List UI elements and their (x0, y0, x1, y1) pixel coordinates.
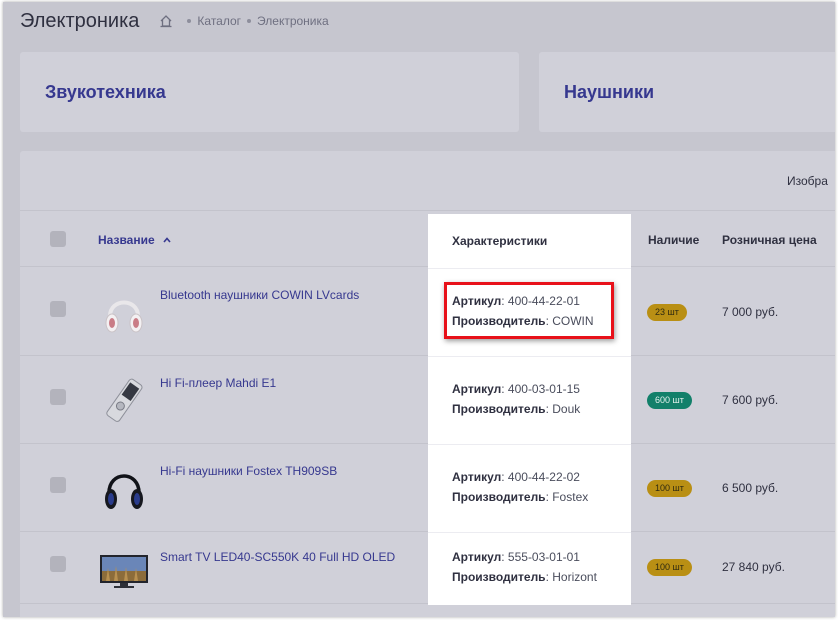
article-label: Артикул (452, 550, 502, 564)
maker-line: Производитель: Douk (452, 399, 580, 419)
stock-badge: 100 шт (647, 559, 692, 576)
sort-up-icon[interactable] (163, 237, 171, 243)
highlight-box (444, 282, 614, 339)
breadcrumb-separator (247, 19, 252, 23)
product-thumbnail-player (98, 374, 150, 426)
product-name-link[interactable]: Hi-Fi наушники Fostex TH909SB (160, 464, 337, 478)
article-line: Артикул: 400-44-22-02 (452, 467, 588, 487)
category-card-headphones[interactable]: Наушники (539, 52, 835, 132)
product-thumbnail-headphones (98, 286, 150, 338)
page-title: Электроника (20, 9, 140, 32)
stock-badge: 600 шт (647, 392, 692, 409)
row-divider (428, 532, 631, 533)
home-icon[interactable] (159, 14, 173, 28)
maker-label: Производитель (452, 570, 546, 584)
row-divider (428, 268, 631, 269)
characteristics-cell: Артикул: 400-44-22-02 Производитель: Fos… (452, 467, 588, 507)
product-name-link[interactable]: Smart TV LED40-SC550K 40 Full HD OLED (160, 550, 395, 564)
stock-badge: 100 шт (647, 480, 692, 497)
breadcrumb: Каталог Электроника (159, 14, 329, 28)
category-title: Звукотехника (45, 81, 166, 102)
category-title: Наушники (564, 81, 655, 102)
view-mode-label[interactable]: Изобра (787, 174, 828, 188)
maker-value: : Douk (545, 402, 581, 416)
price-value: 7 600 руб. (722, 393, 779, 407)
row-divider (428, 356, 631, 357)
price-value: 27 840 руб. (722, 560, 785, 574)
row-checkbox[interactable] (50, 301, 66, 317)
column-characteristics-header[interactable]: Характеристики (452, 234, 547, 248)
characteristics-column-spotlight: Характеристики Артикул: 400-44-22-01 Про… (428, 214, 631, 605)
article-value: : 400-03-01-15 (501, 382, 580, 396)
maker-label: Производитель (452, 490, 546, 504)
row-checkbox[interactable] (50, 556, 66, 572)
characteristics-cell: Артикул: 555-03-01-01 Производитель: Hor… (452, 547, 597, 587)
article-label: Артикул (452, 470, 502, 484)
product-name-link[interactable]: Hi Fi-плеер Mahdi E1 (160, 376, 276, 390)
row-checkbox[interactable] (50, 389, 66, 405)
article-value: : 555-03-01-01 (501, 550, 580, 564)
maker-line: Производитель: Fostex (452, 487, 588, 507)
price-value: 6 500 руб. (722, 481, 779, 495)
row-divider (428, 444, 631, 445)
product-thumbnail-tv (98, 546, 150, 598)
breadcrumb-separator (187, 19, 192, 23)
row-checkbox[interactable] (50, 477, 66, 493)
page-header: Электроника Каталог Электроника (20, 8, 329, 34)
category-card-sound[interactable]: Звукотехника (20, 52, 519, 132)
breadcrumb-catalog[interactable]: Каталог (197, 14, 241, 28)
select-all-checkbox[interactable] (50, 231, 66, 247)
stock-badge: 23 шт (647, 304, 687, 321)
article-label: Артикул (452, 382, 502, 396)
column-name-header[interactable]: Название (98, 233, 171, 247)
article-line: Артикул: 555-03-01-01 (452, 547, 597, 567)
column-price-header[interactable]: Розничная цена (722, 233, 817, 247)
characteristics-cell: Артикул: 400-03-01-15 Производитель: Dou… (452, 379, 580, 419)
breadcrumb-electronics[interactable]: Электроника (257, 14, 329, 28)
article-value: : 400-44-22-02 (501, 470, 580, 484)
screenshot-frame: Электроника Каталог Электроника Звукотех… (3, 2, 835, 617)
maker-value: : Fostex (545, 490, 589, 504)
maker-value: : Horizont (545, 570, 597, 584)
column-availability-header[interactable]: Наличие (648, 233, 699, 247)
product-thumbnail-headphones-black (98, 462, 150, 514)
table-toolbar: Изобра (20, 151, 835, 211)
column-name-label: Название (98, 233, 155, 247)
article-line: Артикул: 400-03-01-15 (452, 379, 580, 399)
maker-label: Производитель (452, 402, 546, 416)
maker-line: Производитель: Horizont (452, 567, 597, 587)
product-name-link[interactable]: Bluetooth наушники COWIN LVcards (160, 288, 359, 302)
price-value: 7 000 руб. (722, 305, 779, 319)
